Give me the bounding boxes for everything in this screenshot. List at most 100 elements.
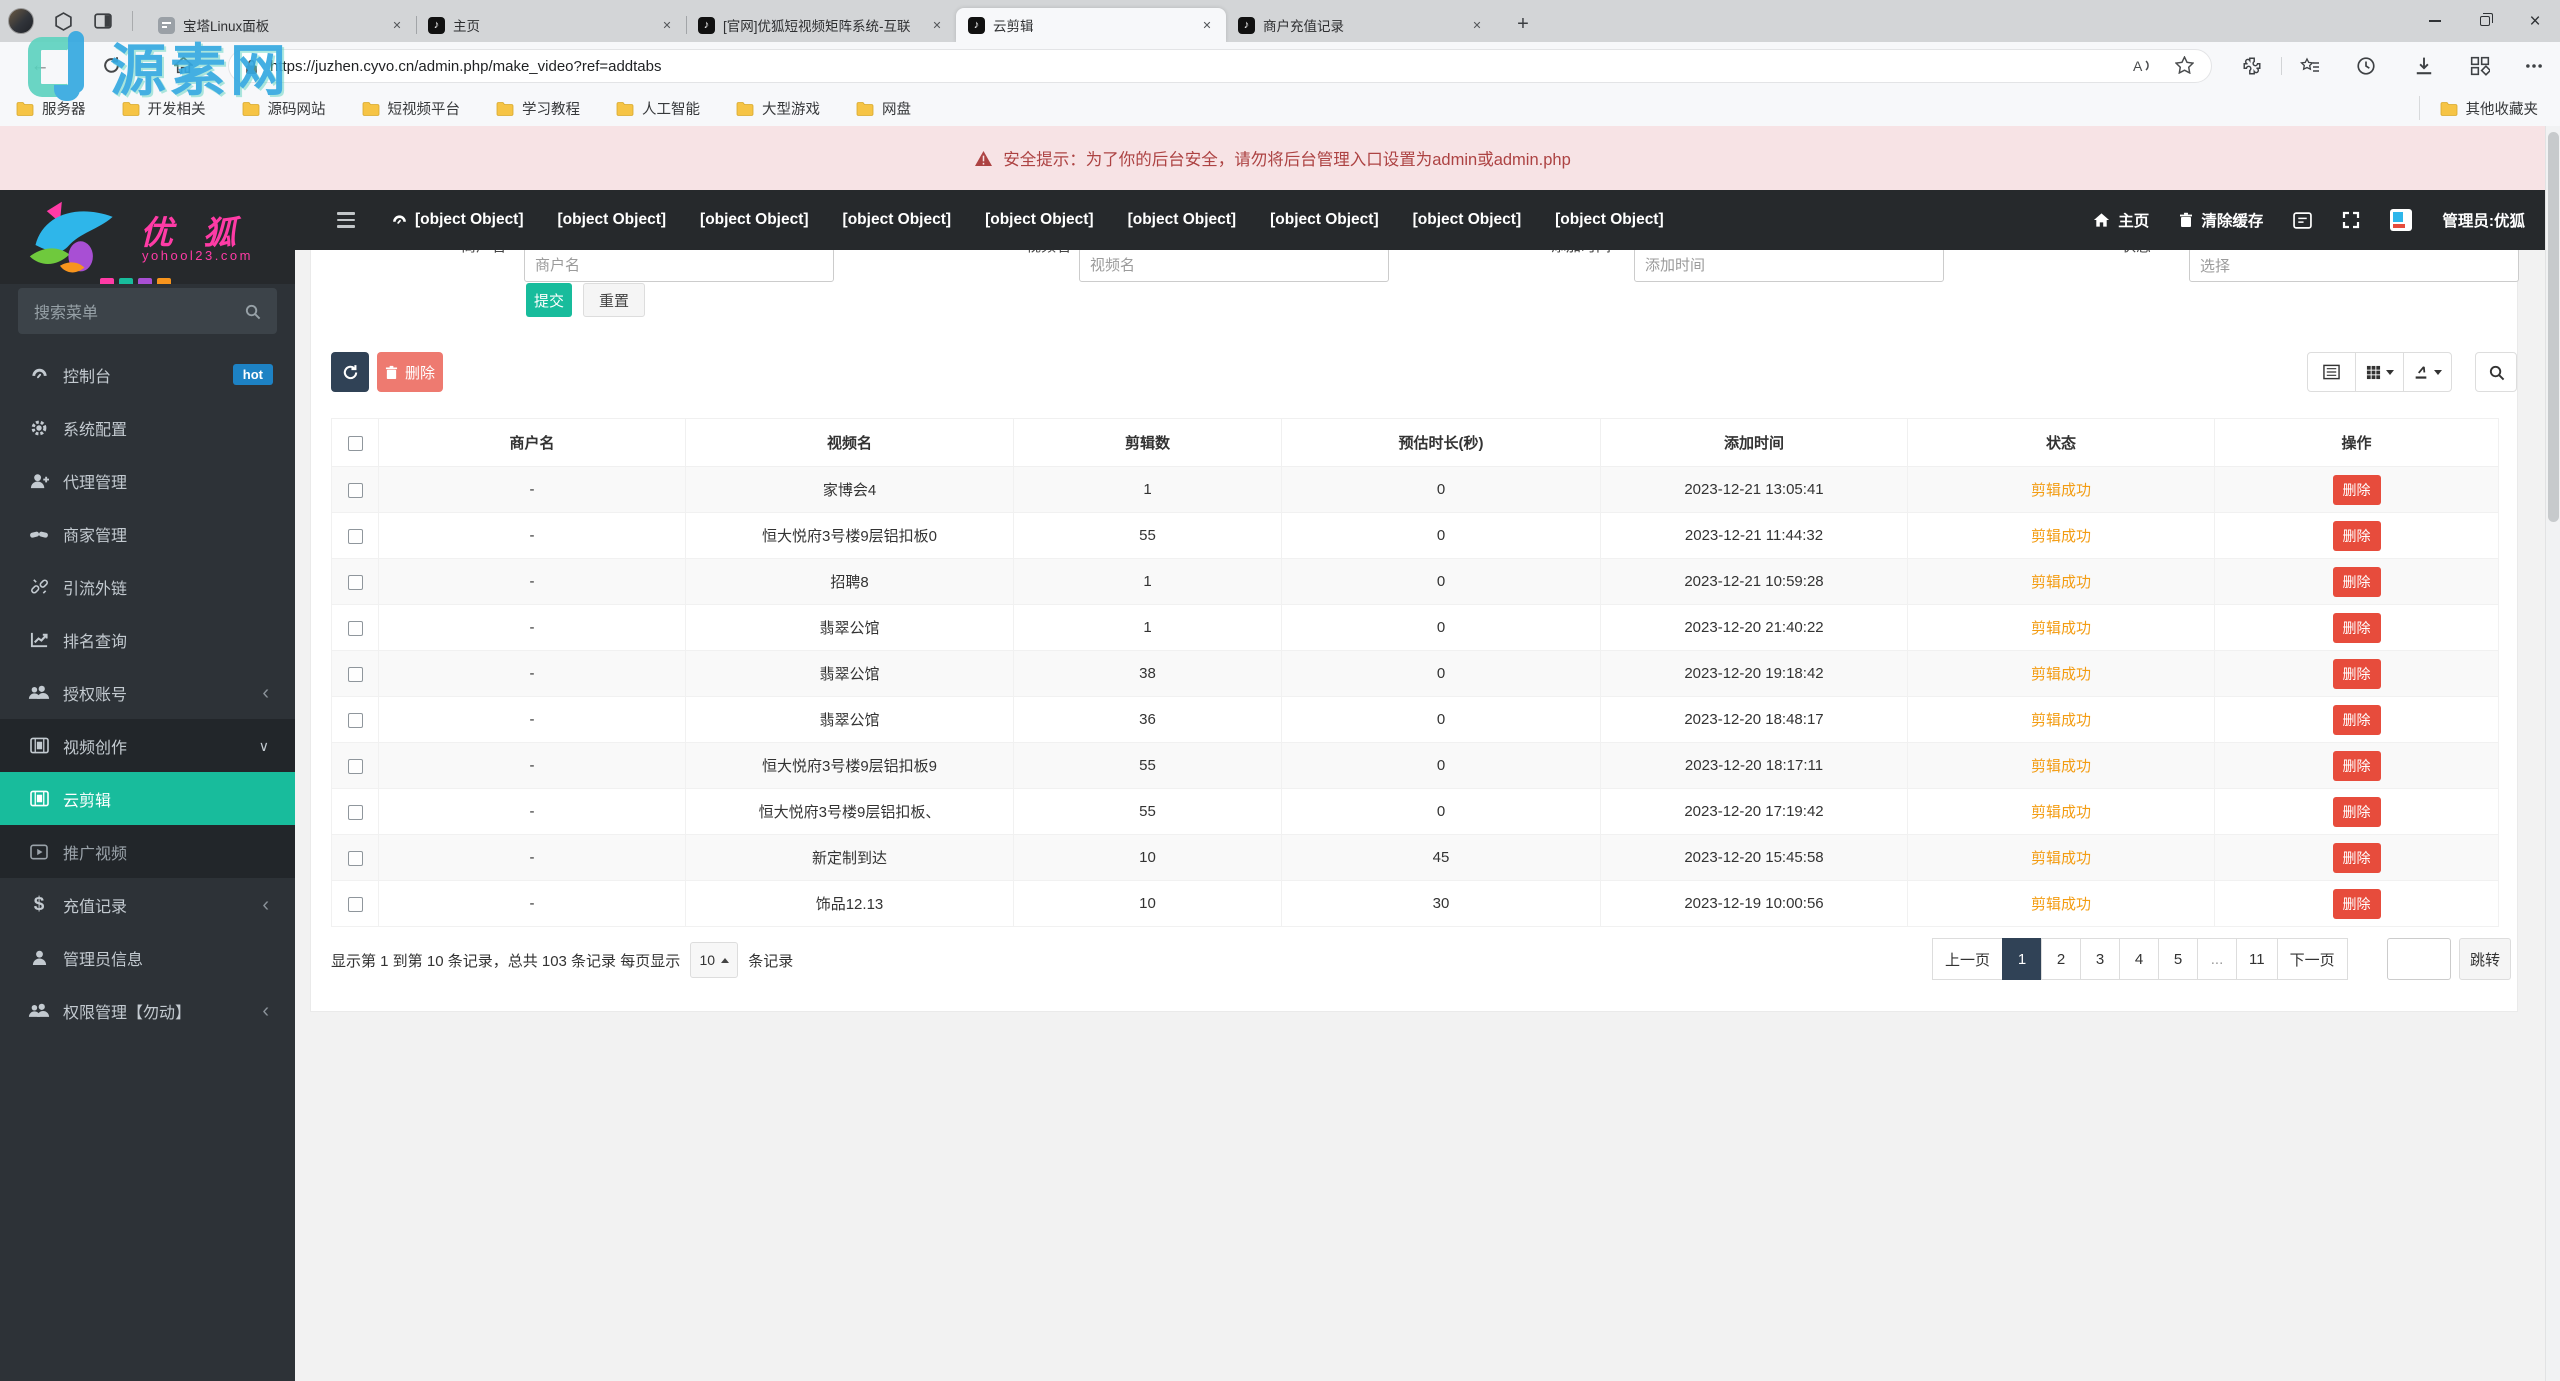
- sidebar-item-merchant-management[interactable]: 商家管理: [0, 507, 295, 560]
- extensions-icon[interactable]: [2242, 56, 2262, 76]
- bookmark-folder[interactable]: 学习教程: [496, 98, 580, 119]
- topnav-item[interactable]: [object Object]: [1555, 211, 1664, 229]
- sidebar-item-system-config[interactable]: 系统配置: [0, 401, 295, 454]
- clear-cache-button[interactable]: 清除缓存: [2179, 209, 2263, 231]
- sidebar-item-permissions[interactable]: 权限管理【勿动】 ‹: [0, 984, 295, 1037]
- tab-close-icon[interactable]: ✕: [928, 16, 946, 34]
- topnav-item[interactable]: [object Object]: [1270, 211, 1379, 229]
- delete-row-button[interactable]: 删除: [2332, 796, 2381, 827]
- sidebar-toggle-icon[interactable]: [337, 212, 355, 228]
- col-status[interactable]: 状态: [1907, 418, 2215, 467]
- other-bookmarks[interactable]: 其他收藏夹: [2418, 96, 2538, 120]
- browser-tab[interactable]: ♪ 宝塔Linux面板 ✕: [146, 8, 416, 42]
- jump-page-input[interactable]: [2387, 938, 2451, 980]
- topnav-item[interactable]: [object Object]: [558, 211, 667, 229]
- back-icon[interactable]: ←: [30, 56, 50, 76]
- workspaces-icon[interactable]: [52, 10, 74, 32]
- topnav-item[interactable]: [object Object]: [1413, 211, 1522, 229]
- sidebar-item-video-creation[interactable]: 视频创作 ∨: [0, 719, 295, 772]
- sidebar-item-admin-info[interactable]: 管理员信息: [0, 931, 295, 984]
- window-close-button[interactable]: ×: [2510, 0, 2560, 42]
- select-all-checkbox[interactable]: [347, 435, 363, 451]
- sidebar-item-console[interactable]: 控制台 hot: [0, 348, 295, 401]
- lock-icon[interactable]: [245, 58, 258, 75]
- history-icon[interactable]: [2356, 56, 2376, 76]
- favorites-list-icon[interactable]: [2300, 56, 2320, 76]
- page-button[interactable]: 上一页: [1932, 938, 2004, 980]
- delete-row-button[interactable]: 删除: [2332, 750, 2381, 781]
- bookmark-folder[interactable]: 人工智能: [616, 98, 700, 119]
- window-minimize-button[interactable]: [2410, 0, 2460, 42]
- row-checkbox[interactable]: [347, 896, 363, 912]
- topnav-home[interactable]: 主页: [2093, 209, 2149, 231]
- columns-button[interactable]: [2355, 352, 2404, 392]
- tab-close-icon[interactable]: ✕: [658, 16, 676, 34]
- downloads-icon[interactable]: [2414, 56, 2434, 76]
- bookmark-folder[interactable]: 源码网站: [242, 98, 326, 119]
- delete-row-button[interactable]: 删除: [2332, 704, 2381, 735]
- tab-close-icon[interactable]: ✕: [1468, 16, 1486, 34]
- delete-row-button[interactable]: 删除: [2332, 888, 2381, 919]
- topnav-item[interactable]: [object Object]: [843, 211, 952, 229]
- row-checkbox[interactable]: [347, 574, 363, 590]
- page-button[interactable]: 4: [2119, 938, 2160, 980]
- reset-button[interactable]: 重置: [583, 283, 645, 317]
- browser-tab[interactable]: ♪ 主页 ✕: [416, 8, 686, 42]
- page-scrollbar[interactable]: [2545, 126, 2560, 1381]
- row-checkbox[interactable]: [347, 528, 363, 544]
- browser-tab[interactable]: ♪ 云剪辑 ✕: [956, 8, 1226, 42]
- page-button[interactable]: 11: [2236, 938, 2278, 980]
- refresh-icon[interactable]: [102, 56, 122, 76]
- language-card-icon[interactable]: [2293, 211, 2313, 229]
- delete-row-button[interactable]: 删除: [2332, 520, 2381, 551]
- page-button[interactable]: 下一页: [2276, 938, 2348, 980]
- row-checkbox[interactable]: [347, 804, 363, 820]
- row-checkbox[interactable]: [347, 758, 363, 774]
- sidebar-item-cloud-editing[interactable]: 云剪辑: [0, 772, 295, 825]
- submit-button[interactable]: 提交: [526, 283, 572, 317]
- collections-icon[interactable]: [2470, 56, 2490, 76]
- topnav-item[interactable]: [object Object]: [391, 211, 524, 229]
- app-logo-block[interactable]: 优狐 yohool23.com: [0, 190, 295, 284]
- row-checkbox[interactable]: [347, 620, 363, 636]
- page-button[interactable]: ...: [2197, 938, 2238, 980]
- browser-tab[interactable]: ♪ 商户充值记录 ✕: [1226, 8, 1496, 42]
- delete-row-button[interactable]: 删除: [2332, 474, 2381, 505]
- scrollbar-thumb[interactable]: [2548, 132, 2559, 522]
- page-button[interactable]: 5: [2158, 938, 2199, 980]
- video-name-input[interactable]: [1079, 250, 1389, 282]
- export-button[interactable]: [2403, 352, 2452, 392]
- url-text[interactable]: https://juzhen.cyvo.cn/admin.php/make_vi…: [270, 58, 2107, 75]
- admin-avatar[interactable]: [2390, 209, 2413, 231]
- col-clip-count[interactable]: 剪辑数: [1013, 418, 1282, 467]
- card-view-button[interactable]: [2307, 352, 2356, 392]
- row-checkbox[interactable]: [347, 666, 363, 682]
- browser-menu-icon[interactable]: [2524, 56, 2544, 76]
- page-button[interactable]: 1: [2002, 938, 2043, 980]
- tab-search-panel-icon[interactable]: [92, 10, 114, 32]
- sidebar-item-external-links[interactable]: 引流外链: [0, 560, 295, 613]
- status-select[interactable]: 选择: [2189, 250, 2519, 282]
- home-icon[interactable]: [174, 56, 194, 76]
- delete-row-button[interactable]: 删除: [2332, 658, 2381, 689]
- address-bar[interactable]: https://juzhen.cyvo.cn/admin.php/make_vi…: [228, 49, 2212, 83]
- bookmark-folder[interactable]: 网盘: [856, 98, 911, 119]
- topnav-item[interactable]: [object Object]: [1128, 211, 1237, 229]
- delete-row-button[interactable]: 删除: [2332, 842, 2381, 873]
- topnav-item[interactable]: [object Object]: [700, 211, 809, 229]
- page-button[interactable]: 3: [2080, 938, 2121, 980]
- favorite-star-icon[interactable]: [2175, 56, 2195, 76]
- admin-name[interactable]: 管理员:优狐: [2442, 209, 2525, 231]
- sidebar-item-agent-management[interactable]: 代理管理: [0, 454, 295, 507]
- sidebar-item-recharge-records[interactable]: $ 充值记录 ‹: [0, 878, 295, 931]
- sidebar-item-authorized-accounts[interactable]: 授权账号 ‹: [0, 666, 295, 719]
- bookmark-folder[interactable]: 大型游戏: [736, 98, 820, 119]
- sidebar-search-input[interactable]: 搜索菜单: [18, 288, 277, 334]
- col-add-time[interactable]: 添加时间: [1600, 418, 1908, 467]
- tab-close-icon[interactable]: ✕: [388, 16, 406, 34]
- sidebar-item-ranking-query[interactable]: 排名查询: [0, 613, 295, 666]
- row-checkbox[interactable]: [347, 850, 363, 866]
- window-restore-button[interactable]: [2460, 0, 2510, 42]
- fullscreen-icon[interactable]: [2342, 211, 2360, 229]
- jump-button[interactable]: 跳转: [2459, 938, 2511, 980]
